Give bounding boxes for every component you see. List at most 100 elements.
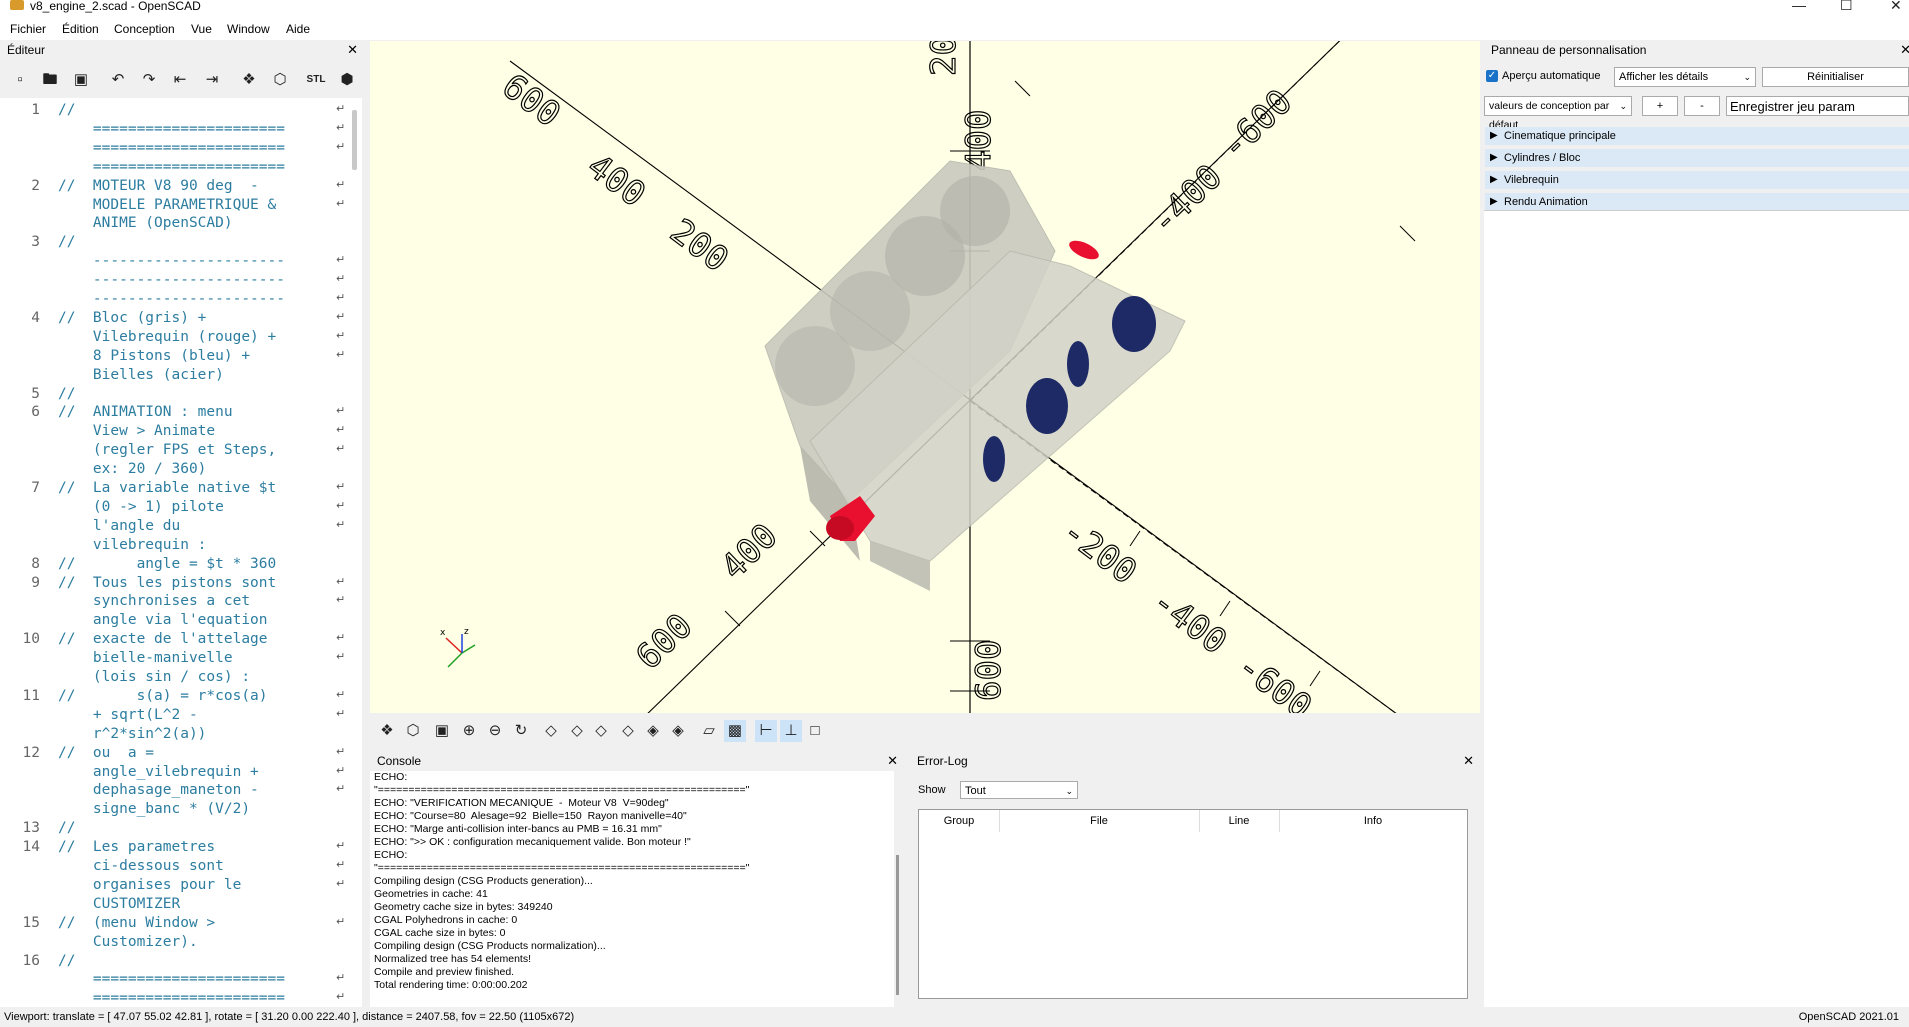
reset-view-icon[interactable]: ↻ (510, 720, 532, 742)
render-icon[interactable]: ⬡ (402, 720, 424, 742)
console-output[interactable]: ECHO: "==================================… (370, 771, 894, 1007)
code-line[interactable]: 14 // Les parametres ↵ (0, 839, 362, 858)
maximize-icon[interactable]: ☐ (1840, 0, 1853, 12)
code-line[interactable]: synchronises a cet ↵ (0, 593, 362, 612)
redo-icon[interactable]: ↷ (138, 69, 160, 91)
errorlog-table[interactable]: Group File Line Info (918, 809, 1468, 999)
errorlog-close-icon[interactable]: ✕ (1463, 752, 1474, 770)
code-line[interactable]: ---------------------- ↵ (0, 291, 362, 310)
column-header-line[interactable]: Line (1199, 810, 1280, 832)
auto-preview-checkbox[interactable]: ✓ (1486, 70, 1498, 82)
zoom-out-icon[interactable]: ⊖ (484, 720, 506, 742)
perspective-icon[interactable]: ▱ (698, 720, 720, 742)
show-edges-icon[interactable]: □ (804, 720, 826, 742)
errorlog-filter-select[interactable]: Tout ⌄ (960, 781, 1078, 799)
code-line[interactable]: (regler FPS et Steps, ↵ (0, 442, 362, 461)
code-line[interactable]: ex: 20 / 360) (0, 461, 362, 480)
code-line[interactable]: 10 // exacte de l'attelage ↵ (0, 631, 362, 650)
reset-button[interactable]: Réinitialiser (1762, 67, 1909, 87)
code-line[interactable]: ====================== ↵ (0, 140, 362, 159)
code-line[interactable]: ====================== ↵ (0, 121, 362, 140)
preview-icon[interactable]: ❖ (238, 69, 260, 91)
editor-close-icon[interactable]: ✕ (347, 41, 358, 59)
code-line[interactable]: View > Animate ↵ (0, 423, 362, 442)
column-header-group[interactable]: Group (919, 810, 1000, 832)
add-preset-button[interactable]: + (1642, 96, 1678, 116)
column-header-info[interactable]: Info (1279, 810, 1467, 832)
menu-window[interactable]: Window (227, 22, 270, 36)
code-line[interactable]: 13 // (0, 820, 362, 839)
code-line[interactable]: ====================== (0, 159, 362, 178)
show-scale-icon[interactable]: ⊥ (780, 720, 802, 742)
code-line[interactable]: Bielles (acier) (0, 367, 362, 386)
code-line[interactable]: 3 // (0, 234, 362, 253)
view-front-icon[interactable]: ◈ (642, 720, 664, 742)
code-line[interactable]: vilebrequin : (0, 537, 362, 556)
view-bottom-icon[interactable]: ◇ (590, 720, 612, 742)
code-line[interactable]: 2 // MOTEUR V8 90 deg - ↵ (0, 178, 362, 197)
menu-vue[interactable]: Vue (191, 22, 212, 36)
code-line[interactable]: ====================== ↵ (0, 971, 362, 990)
view-left-icon[interactable]: ◇ (617, 720, 639, 742)
code-line[interactable]: 4 // Bloc (gris) + ↵ (0, 310, 362, 329)
group-vilebrequin[interactable]: ▶ Vilebrequin (1485, 171, 1909, 189)
preset-select[interactable]: valeurs de conception par défaut ⌄ (1484, 96, 1632, 131)
code-line[interactable]: 16 // (0, 953, 362, 972)
code-line[interactable]: organises pour le ↵ (0, 877, 362, 896)
code-line[interactable]: 8 Pistons (bleu) + ↵ (0, 348, 362, 367)
menu-conception[interactable]: Conception (114, 22, 175, 36)
code-line[interactable]: 9 // Tous les pistons sont ↵ (0, 575, 362, 594)
code-line[interactable]: 7 // La variable native $t ↵ (0, 480, 362, 499)
code-line[interactable]: ====================== ↵ (0, 990, 362, 1007)
code-line[interactable]: ---------------------- ↵ (0, 253, 362, 272)
code-line[interactable]: 15 // (menu Window > ↵ (0, 915, 362, 934)
menu-edition[interactable]: Édition (62, 22, 99, 36)
code-line[interactable]: 5 // (0, 386, 362, 405)
minimize-icon[interactable]: — (1792, 0, 1806, 12)
code-line[interactable]: 11 // s(a) = r*cos(a) ↵ (0, 688, 362, 707)
send-to-print-icon[interactable]: ⬢ (336, 69, 358, 91)
indent-icon[interactable]: ⇥ (201, 69, 223, 91)
open-file-icon[interactable]: 🖿 (39, 69, 61, 91)
console-close-icon[interactable]: ✕ (887, 752, 898, 770)
group-cinematique[interactable]: ▶ Cinematique principale (1485, 127, 1909, 145)
code-line[interactable]: Customizer). (0, 934, 362, 953)
column-header-file[interactable]: File (999, 810, 1200, 832)
undo-icon[interactable]: ↶ (107, 69, 129, 91)
detail-level-select[interactable]: Afficher les détails ⌄ (1614, 67, 1756, 87)
code-line[interactable]: dephasage_maneton - ↵ (0, 782, 362, 801)
save-icon[interactable]: ▣ (70, 69, 92, 91)
code-line[interactable]: ---------------------- ↵ (0, 272, 362, 291)
code-editor[interactable]: 1 // ↵ ====================== ↵ ===========… (0, 98, 362, 1007)
close-icon[interactable]: ✕ (1890, 0, 1902, 12)
menu-aide[interactable]: Aide (286, 22, 310, 36)
code-line[interactable]: MODELE PARAMETRIQUE & ↵ (0, 197, 362, 216)
code-line[interactable]: (0 -> 1) pilote ↵ (0, 499, 362, 518)
code-line[interactable]: (lois sin / cos) : (0, 669, 362, 688)
save-preset-button[interactable]: Enregistrer jeu param (1726, 96, 1909, 116)
new-file-icon[interactable]: ▫ (9, 69, 31, 91)
code-line[interactable]: bielle-manivelle ↵ (0, 650, 362, 669)
preview-icon[interactable]: ❖ (376, 720, 398, 742)
3d-viewport[interactable]: 600 400 200 -200 -400 -600 400 600 200 4… (370, 41, 1480, 713)
code-line[interactable]: 8 // angle = $t * 360 (0, 556, 362, 575)
code-line[interactable]: CUSTOMIZER (0, 896, 362, 915)
customizer-close-icon[interactable]: ✕ (1900, 41, 1909, 59)
code-line[interactable]: ANIME (OpenSCAD) (0, 215, 362, 234)
orthogonal-icon[interactable]: ▩ (724, 720, 746, 742)
code-line[interactable]: angle_vilebrequin + ↵ (0, 764, 362, 783)
view-right-icon[interactable]: ◇ (540, 720, 562, 742)
view-back-icon[interactable]: ◈ (667, 720, 689, 742)
group-cylindres[interactable]: ▶ Cylindres / Bloc (1485, 149, 1909, 167)
code-line[interactable]: 6 // ANIMATION : menu ↵ (0, 404, 362, 423)
render-icon[interactable]: ⬡ (269, 69, 291, 91)
unindent-icon[interactable]: ⇤ (169, 69, 191, 91)
view-all-icon[interactable]: ▣ (431, 720, 453, 742)
code-line[interactable]: l'angle du ↵ (0, 518, 362, 537)
show-axes-icon[interactable]: ⊢ (755, 720, 777, 742)
engine-model[interactable] (764, 160, 1186, 591)
code-line[interactable]: 12 // ou a = ↵ (0, 745, 362, 764)
viewport-canvas[interactable]: 600 400 200 -200 -400 -600 400 600 200 4… (370, 41, 1480, 713)
editor-scrollbar[interactable] (352, 110, 357, 170)
export-stl-icon[interactable]: STL (305, 69, 327, 91)
